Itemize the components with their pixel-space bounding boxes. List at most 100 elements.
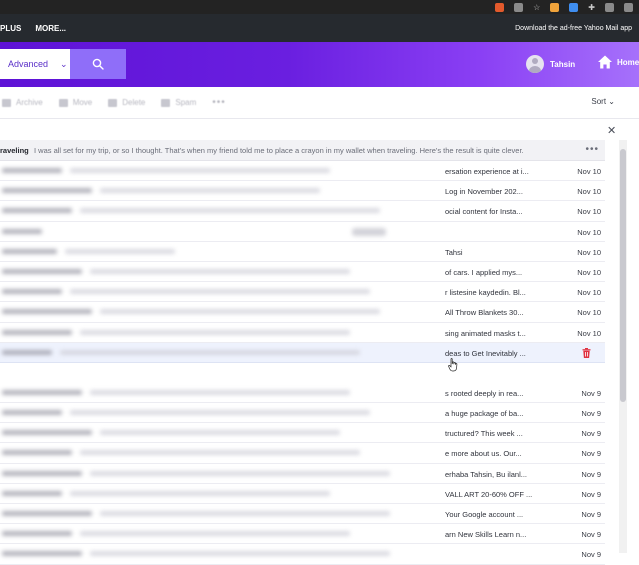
message-snippet: tructured? This week ... [445,429,523,439]
message-row[interactable]: Log in November 202... Nov 10 [0,181,605,202]
move-button[interactable]: Move [58,98,93,107]
message-row[interactable]: s rooted deeply in rea... Nov 9 [0,383,605,404]
browser-toolbar: ☆ ✚ [0,0,639,14]
message-row[interactable]: sing animated masks t... Nov 10 [0,323,605,343]
message-row[interactable]: e more about us. Our... Nov 9 [0,443,605,464]
search-button[interactable] [70,49,126,79]
message-row[interactable]: Nov 9 [0,544,605,565]
blurred-sender-and-subject [0,363,445,383]
window-icon[interactable] [605,2,614,12]
message-row[interactable]: r listesine kaydedin. Bl... Nov 10 [0,282,605,303]
message-row[interactable]: Your Google account ... Nov 9 [0,504,605,525]
message-row[interactable]: of cars. I applied mys... Nov 10 [0,262,605,283]
blurred-sender-and-subject [0,181,445,200]
message-date: Nov 10 [577,288,601,298]
chevron-down-icon: ⌄ [60,58,68,69]
metamask-icon[interactable] [550,2,560,12]
message-snippet: Your Google account ... [445,510,524,519]
message-date: Nov 10 [577,247,601,257]
blurred-sender-and-subject [0,262,445,281]
nav-link-plus[interactable]: PLUS [0,24,21,33]
message-snippet: VALL ART 20-60% OFF ... [445,489,533,499]
more-actions-button[interactable]: ••• [212,97,226,108]
advanced-search-dropdown[interactable]: Advanced ⌄ [0,49,70,79]
blurred-sender-and-subject [0,504,445,523]
star-icon[interactable]: ☆ [533,3,540,12]
message-date: Nov 9 [581,388,601,398]
message-row[interactable] [0,363,605,383]
pdf-icon[interactable] [569,2,579,12]
message-snippet: deas to Get Inevitably ... [445,348,526,358]
message-row[interactable]: ocial content for Insta... Nov 10 [0,201,605,222]
folder-icon [58,98,68,107]
message-row[interactable]: All Throw Blankets 30... Nov 10 [0,302,605,323]
message-row[interactable]: erhaba Tahsin, Bu ilanl... Nov 9 [0,464,605,484]
sort-dropdown[interactable]: Sort ⌄ [591,97,615,106]
message-date: Nov 10 [577,308,601,318]
message-snippet: of cars. I applied mys... [445,267,523,277]
yahoo-nav: PLUS MORE... Download the ad-free Yahoo … [0,14,639,42]
blurred-sender-and-subject [0,161,445,180]
user-profile[interactable]: Tahsin [526,55,575,73]
message-row[interactable]: tructured? This week ... Nov 9 [0,423,605,444]
extension-icon[interactable] [495,2,505,12]
puzzle-icon[interactable]: ✚ [588,3,595,12]
trash-icon [108,98,118,107]
message-row[interactable]: a huge package of ba... Nov 9 [0,403,605,424]
home-button[interactable]: Home [597,54,639,70]
message-date: Nov 10 [577,227,601,237]
message-list: raveling I was all set for my trip, or s… [0,140,605,565]
message-row[interactable]: Tahsi Nov 10 [0,242,605,262]
search-icon [92,58,104,70]
blurred-sender-and-subject [0,464,445,483]
message-date: Nov 9 [581,449,601,459]
spam-label: Spam [175,98,197,107]
blurred-sender-and-subject [0,524,445,543]
trash-icon[interactable] [582,347,591,360]
scrollbar-thumb[interactable] [620,149,626,402]
home-icon [598,55,612,69]
more-options-icon[interactable]: ••• [585,144,599,155]
message-snippet: s rooted deeply in rea... [445,388,524,398]
avatar [526,55,544,73]
message-row[interactable]: deas to Get Inevitably ... [0,342,605,363]
message-date: Nov 10 [577,267,601,277]
message-date: Nov 9 [581,530,601,540]
message-date: Nov 9 [581,469,601,479]
message-date: Nov 10 [577,207,601,217]
message-row[interactable]: VALL ART 20-60% OFF ... Nov 9 [0,484,605,504]
profile-icon[interactable] [624,2,633,12]
user-name: Tahsin [550,59,576,69]
spam-button[interactable]: Spam [161,98,196,107]
open-message-row[interactable]: raveling I was all set for my trip, or s… [0,140,605,161]
chevron-down-icon: ⌄ [608,97,615,106]
close-icon[interactable]: ✕ [607,124,616,137]
blurred-sender-and-subject [0,544,445,563]
nav-link-more[interactable]: MORE... [35,24,66,33]
hand-cursor-icon [448,358,458,372]
blurred-sender-and-subject [0,201,445,220]
message-preview: I was all set for my trip, or so I thoug… [34,146,524,155]
message-date: Nov 10 [577,167,601,176]
message-snippet: r listesine kaydedin. Bl... [445,288,526,298]
share-icon[interactable] [514,2,524,12]
ad-free-app-link[interactable]: Download the ad-free Yahoo Mail app [515,25,632,32]
message-snippet: Tahsi [445,247,463,257]
move-label: Move [72,98,93,107]
message-snippet: arn New Skills Learn n... [445,530,527,540]
blurred-sender-and-subject [0,383,445,402]
archive-icon [2,98,11,107]
delete-label: Delete [122,98,146,107]
message-row[interactable]: arn New Skills Learn n... Nov 9 [0,524,605,545]
message-date: Nov 9 [581,409,601,419]
message-snippet: erhaba Tahsin, Bu ilanl... [445,469,527,479]
delete-button[interactable]: Delete [108,98,145,107]
message-snippet: All Throw Blankets 30... [445,308,524,318]
message-snippet: sing animated masks t... [445,328,526,338]
shield-icon [161,98,171,107]
message-row[interactable]: ersation experience at i... Nov 10 [0,161,605,182]
archive-button[interactable]: Archive [2,98,43,107]
archive-label: Archive [16,98,43,107]
message-row[interactable]: Nov 10 [0,222,605,242]
message-date: Nov 9 [581,550,601,560]
